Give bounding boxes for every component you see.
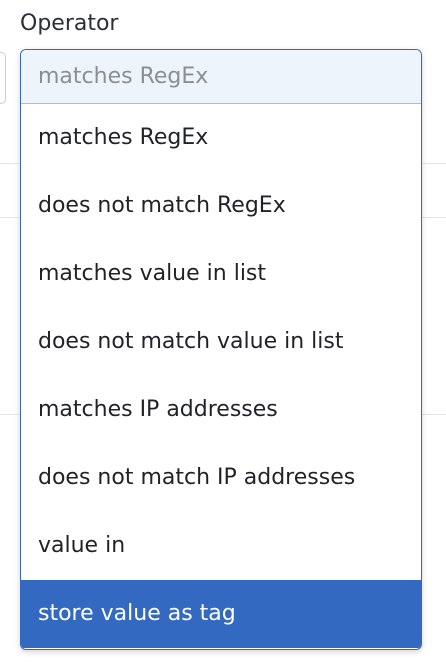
option-matches-ip-addresses[interactable]: matches IP addresses [21,376,421,444]
background-divider [0,414,20,415]
option-does-not-match-ip-addresses[interactable]: does not match IP addresses [21,444,421,512]
option-label: matches value in list [38,261,267,286]
option-label: store value as tag [38,601,236,626]
option-store-value-as-tag[interactable]: store value as tag [21,580,421,648]
option-matches-value-in-list[interactable]: matches value in list [21,240,421,308]
option-matches-regex[interactable]: matches RegEx [21,104,421,172]
background-divider [0,163,20,164]
option-label: does not match IP addresses [38,465,356,490]
option-does-not-match-value-in-list[interactable]: does not match value in list [21,308,421,376]
current-value-text: matches RegEx [38,64,209,89]
option-does-not-match-regex[interactable]: does not match RegEx [21,172,421,240]
operator-dropdown: matches RegEx matches RegEx does not mat… [20,49,422,650]
background-divider [422,217,446,218]
background-input-edge [0,52,6,104]
background-divider [422,414,446,415]
operator-label: Operator [20,11,119,36]
option-label: matches IP addresses [38,397,278,422]
background-divider [422,163,446,164]
option-label: does not match RegEx [38,193,286,218]
option-list: matches RegEx does not match RegEx match… [21,104,421,648]
option-label: matches RegEx [38,125,209,150]
operator-select-current[interactable]: matches RegEx [21,50,421,104]
option-value-in[interactable]: value in [21,512,421,580]
background-divider [0,217,20,218]
option-label: does not match value in list [38,329,344,354]
option-label: value in [38,533,126,558]
